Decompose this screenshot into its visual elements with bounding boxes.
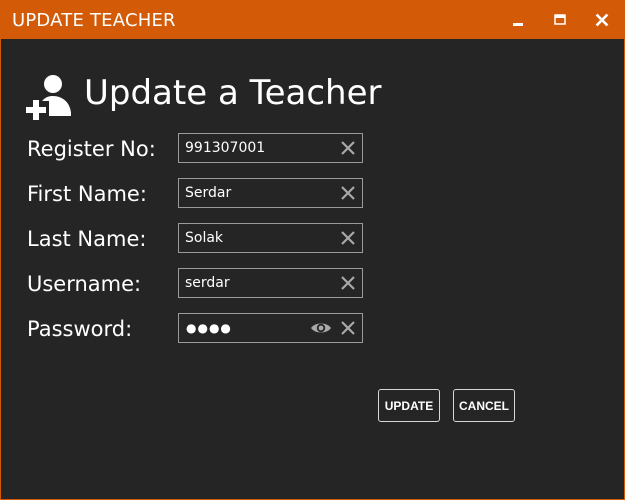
- first-name-field: [178, 178, 363, 208]
- maximize-icon: [554, 14, 566, 25]
- register-no-input[interactable]: [179, 134, 335, 162]
- username-input[interactable]: [179, 269, 335, 297]
- password-input[interactable]: ●●●●: [186, 314, 232, 342]
- maximize-button[interactable]: [543, 6, 577, 34]
- clear-icon[interactable]: [340, 230, 356, 246]
- close-icon: [595, 13, 609, 27]
- username-label: Username:: [27, 272, 142, 296]
- update-teacher-window: UPDATE TEACHER Update a Teacher Register…: [0, 0, 625, 500]
- clear-icon[interactable]: [340, 140, 356, 156]
- last-name-field: [178, 223, 363, 253]
- first-name-label: First Name:: [27, 182, 147, 206]
- username-field: [178, 268, 363, 298]
- password-field[interactable]: ●●●●: [178, 313, 363, 343]
- page-title: Update a Teacher: [84, 73, 382, 113]
- update-button[interactable]: UPDATE: [378, 389, 440, 422]
- last-name-input[interactable]: [179, 224, 335, 252]
- register-no-field: [178, 133, 363, 163]
- register-no-label: Register No:: [27, 137, 156, 161]
- clear-icon[interactable]: [340, 320, 356, 336]
- cancel-button[interactable]: CANCEL: [453, 389, 515, 422]
- eye-icon[interactable]: [310, 320, 332, 336]
- window-title: UPDATE TEACHER: [12, 10, 176, 31]
- password-label: Password:: [27, 317, 133, 341]
- clear-icon[interactable]: [340, 185, 356, 201]
- title-bar[interactable]: UPDATE TEACHER: [1, 1, 624, 39]
- first-name-input[interactable]: [179, 179, 335, 207]
- close-button[interactable]: [585, 6, 619, 34]
- add-user-icon: [25, 75, 71, 121]
- minimize-button[interactable]: [501, 6, 535, 34]
- clear-icon[interactable]: [340, 275, 356, 291]
- last-name-label: Last Name:: [27, 227, 147, 251]
- minimize-icon: [513, 23, 523, 26]
